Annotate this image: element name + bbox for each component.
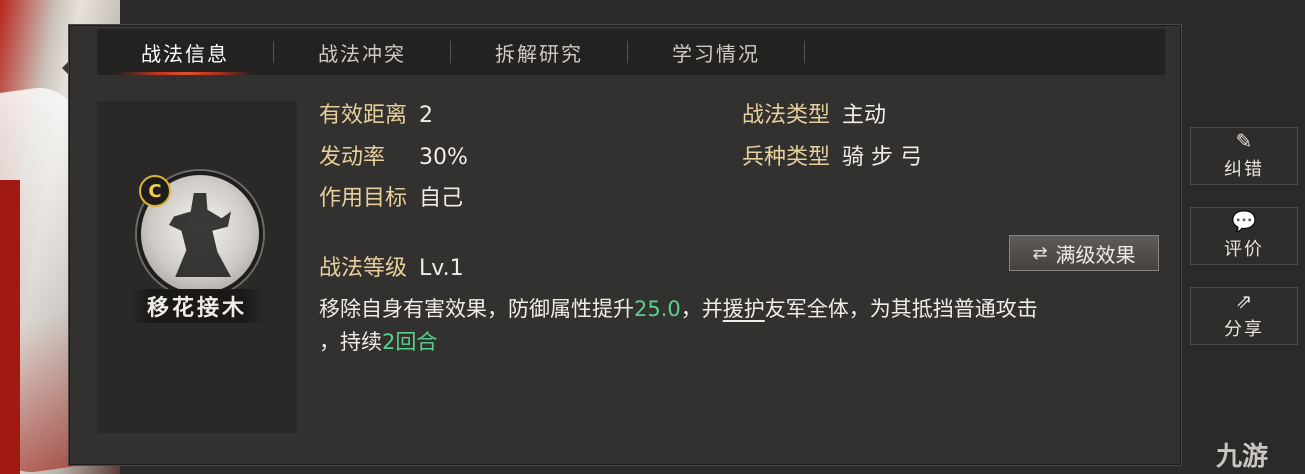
target-label: 作用目标 <box>319 186 408 211</box>
share-button[interactable]: ⇗ 分享 <box>1190 287 1298 345</box>
share-label: 分享 <box>1224 319 1264 340</box>
desc-defense-value: 25.0 <box>634 297 681 321</box>
desc-text: ，并 <box>680 297 723 321</box>
target-value: 自己 <box>419 186 464 211</box>
desc-keyword-link[interactable]: 援护 <box>723 297 765 321</box>
troop-value: 骑 步 弓 <box>842 145 923 170</box>
range-value: 2 <box>419 103 434 128</box>
rate-label: 发动率 <box>319 145 386 170</box>
range-label: 有效距离 <box>319 103 408 128</box>
skill-description: 移除自身有害效果，防御属性提升25.0，并援护友军全体，为其抵挡普通攻击 ，持续2… <box>319 293 1169 359</box>
type-label: 战法类型 <box>742 103 831 128</box>
desc-duration-value: 2回合 <box>382 330 438 354</box>
comment-icon: 💬 <box>1231 209 1257 233</box>
swap-arrows-icon: ⇄ <box>1032 242 1048 264</box>
desc-text: 友军全体，为其抵挡普通攻击 <box>764 297 1038 321</box>
tab-learning-status[interactable]: 学习情况 <box>628 29 804 75</box>
range-row: 有效距离 2 <box>319 97 433 129</box>
watermark-logo: 九游 <box>1216 442 1269 472</box>
level-label: 战法等级 <box>319 256 408 281</box>
desc-text: ，持续 <box>319 330 382 354</box>
type-value: 主动 <box>842 103 887 128</box>
share-icon: ⇗ <box>1235 289 1253 313</box>
tab-divider <box>804 41 805 63</box>
full-level-effect-button[interactable]: ⇄ 满级效果 <box>1009 235 1159 271</box>
skill-panel: 战法信息 战法冲突 拆解研究 学习情况 C 移花接木 有效距离 2 发动率 30% … <box>68 24 1182 466</box>
grade-badge: C <box>139 175 171 207</box>
tab-skill-conflict[interactable]: 战法冲突 <box>274 29 450 75</box>
tab-skill-info[interactable]: 战法信息 <box>97 29 273 75</box>
report-error-label: 纠错 <box>1224 159 1264 180</box>
character-robe <box>0 180 20 474</box>
review-button[interactable]: 💬 评价 <box>1190 207 1298 265</box>
skill-portrait: C 移花接木 <box>97 101 297 433</box>
rate-value: 30% <box>419 145 468 170</box>
level-value: Lv.1 <box>419 256 464 281</box>
troop-label: 兵种类型 <box>742 145 831 170</box>
desc-text: 移除自身有害效果，防御属性提升 <box>319 297 634 321</box>
warrior-figure-icon <box>169 193 231 277</box>
rate-row: 发动率 30% <box>319 139 468 171</box>
tab-bar: 战法信息 战法冲突 拆解研究 学习情况 <box>97 29 1165 75</box>
skill-name: 移花接木 <box>131 289 263 323</box>
tab-dismantle-research[interactable]: 拆解研究 <box>451 29 627 75</box>
target-row: 作用目标 自己 <box>319 180 463 212</box>
report-error-button[interactable]: ✎ 纠错 <box>1190 127 1298 185</box>
full-level-effect-label: 满级效果 <box>1055 242 1136 267</box>
edit-icon: ✎ <box>1235 129 1253 153</box>
type-row: 战法类型 主动 <box>742 97 886 129</box>
troop-row: 兵种类型骑 步 弓 <box>742 139 922 171</box>
review-label: 评价 <box>1224 239 1264 260</box>
level-row: 战法等级 Lv.1 <box>319 250 464 282</box>
